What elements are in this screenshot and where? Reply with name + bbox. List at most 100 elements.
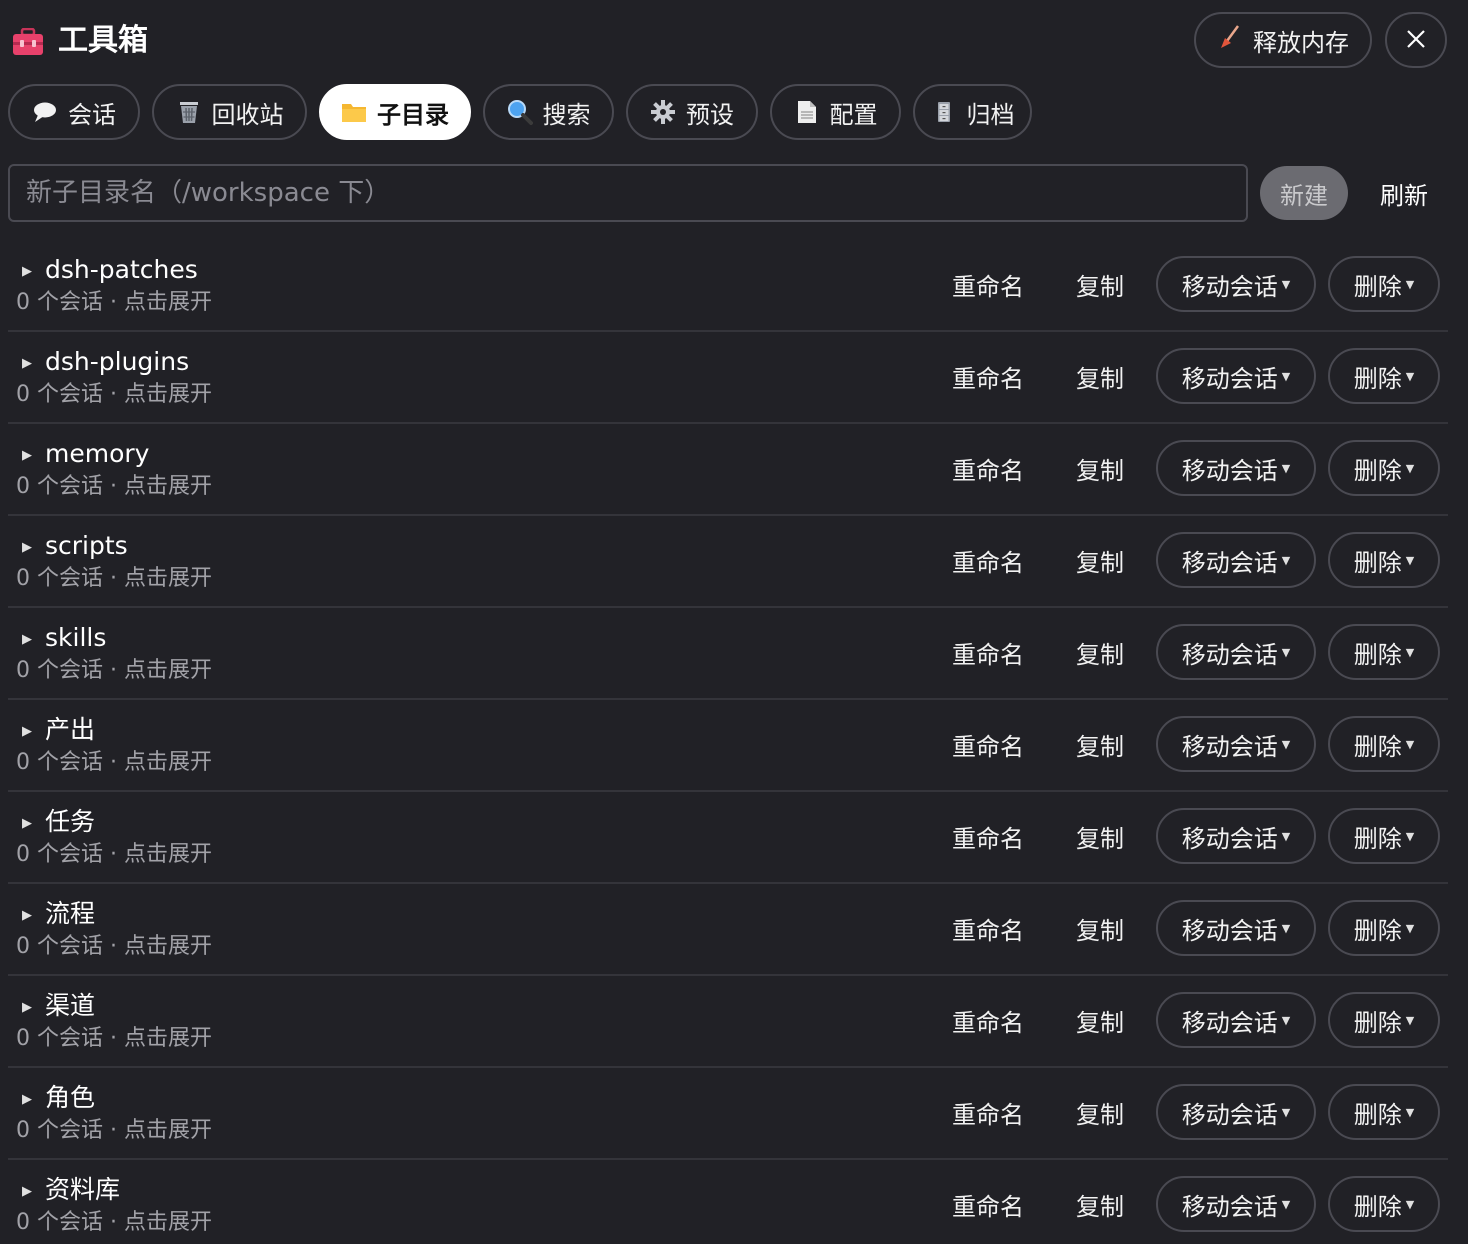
rename-button[interactable]: 重命名 <box>936 440 1040 496</box>
tab-presets[interactable]: 预设 <box>626 84 758 140</box>
delete-button[interactable]: 删除 ▼ <box>1328 1084 1440 1140</box>
expand-caret-icon[interactable]: ▶ <box>22 1092 32 1107</box>
move-sessions-button[interactable]: 移动会话 ▼ <box>1156 440 1316 496</box>
move-sessions-button[interactable]: 移动会话 ▼ <box>1156 1084 1316 1140</box>
move-sessions-label: 移动会话 <box>1181 824 1278 853</box>
copy-button[interactable]: 复制 <box>1062 716 1138 772</box>
chevron-down-icon: ▼ <box>1405 1197 1415 1211</box>
copy-button[interactable]: 复制 <box>1062 348 1138 404</box>
directory-name: dsh-plugins <box>45 347 190 376</box>
header: 工具箱 释放内存 <box>0 0 1468 82</box>
move-sessions-button[interactable]: 移动会话 ▼ <box>1156 716 1316 772</box>
move-sessions-button[interactable]: 移动会话 ▼ <box>1156 624 1316 680</box>
tab-search[interactable]: 搜索 <box>483 84 614 140</box>
directory-row[interactable]: ▶ skills 0 个会话 · 点击展开 重命名 复制 移动会话 ▼ 删除 ▼ <box>8 608 1448 700</box>
delete-button[interactable]: 删除 ▼ <box>1328 624 1440 680</box>
directory-row[interactable]: ▶ dsh-patches 0 个会话 · 点击展开 重命名 复制 移动会话 ▼… <box>8 240 1448 332</box>
copy-button[interactable]: 复制 <box>1062 440 1138 496</box>
close-icon <box>1405 28 1427 53</box>
rename-button[interactable]: 重命名 <box>936 1084 1040 1140</box>
copy-button[interactable]: 复制 <box>1062 532 1138 588</box>
copy-button[interactable]: 复制 <box>1062 1084 1138 1140</box>
move-sessions-label: 移动会话 <box>1181 272 1278 301</box>
copy-button[interactable]: 复制 <box>1062 1176 1138 1232</box>
expand-caret-icon[interactable]: ▶ <box>22 540 32 555</box>
expand-caret-icon[interactable]: ▶ <box>22 724 32 739</box>
copy-button[interactable]: 复制 <box>1062 900 1138 956</box>
rename-button[interactable]: 重命名 <box>936 808 1040 864</box>
rename-button[interactable]: 重命名 <box>936 256 1040 312</box>
expand-caret-icon[interactable]: ▶ <box>22 356 32 371</box>
move-sessions-label: 移动会话 <box>1181 456 1278 485</box>
delete-button[interactable]: 删除 ▼ <box>1328 900 1440 956</box>
chevron-down-icon: ▼ <box>1405 1105 1415 1119</box>
expand-caret-icon[interactable]: ▶ <box>22 1184 32 1199</box>
move-sessions-label: 移动会话 <box>1181 364 1278 393</box>
delete-label: 删除 <box>1353 916 1402 945</box>
directory-row[interactable]: ▶ dsh-plugins 0 个会话 · 点击展开 重命名 复制 移动会话 ▼… <box>8 332 1448 424</box>
tab-archive[interactable]: 归档 <box>913 84 1032 140</box>
chevron-down-icon: ▼ <box>1405 553 1415 567</box>
delete-button[interactable]: 删除 ▼ <box>1328 440 1440 496</box>
delete-button[interactable]: 删除 ▼ <box>1328 992 1440 1048</box>
directory-list: ▶ dsh-patches 0 个会话 · 点击展开 重命名 复制 移动会话 ▼… <box>8 240 1448 1244</box>
directory-row[interactable]: ▶ 渠道 0 个会话 · 点击展开 重命名 复制 移动会话 ▼ 删除 ▼ <box>8 976 1448 1068</box>
tab-sessions[interactable]: 会话 <box>8 84 140 140</box>
delete-button[interactable]: 删除 ▼ <box>1328 256 1440 312</box>
tab-subdirectories[interactable]: 子目录 <box>319 84 471 140</box>
directory-session-count: 0 个会话 · 点击展开 <box>16 382 212 407</box>
rename-button[interactable]: 重命名 <box>936 624 1040 680</box>
expand-caret-icon[interactable]: ▶ <box>22 816 32 831</box>
create-button[interactable]: 新建 <box>1260 166 1348 220</box>
copy-button[interactable]: 复制 <box>1062 624 1138 680</box>
rename-button[interactable]: 重命名 <box>936 900 1040 956</box>
chevron-down-icon: ▼ <box>1281 553 1291 567</box>
move-sessions-button[interactable]: 移动会话 ▼ <box>1156 1176 1316 1232</box>
directory-name: skills <box>45 623 107 652</box>
rename-button[interactable]: 重命名 <box>936 532 1040 588</box>
delete-label: 删除 <box>1353 640 1402 669</box>
rename-button[interactable]: 重命名 <box>936 1176 1040 1232</box>
refresh-button[interactable]: 刷新 <box>1362 166 1446 220</box>
delete-label: 删除 <box>1353 1192 1402 1221</box>
free-memory-label: 释放内存 <box>1253 28 1349 57</box>
directory-row[interactable]: ▶ 任务 0 个会话 · 点击展开 重命名 复制 移动会话 ▼ 删除 ▼ <box>8 792 1448 884</box>
copy-button[interactable]: 复制 <box>1062 992 1138 1048</box>
close-button[interactable] <box>1385 12 1447 68</box>
rename-button[interactable]: 重命名 <box>936 716 1040 772</box>
directory-session-count: 0 个会话 · 点击展开 <box>16 474 212 499</box>
move-sessions-button[interactable]: 移动会话 ▼ <box>1156 348 1316 404</box>
delete-button[interactable]: 删除 ▼ <box>1328 532 1440 588</box>
directory-row[interactable]: ▶ 产出 0 个会话 · 点击展开 重命名 复制 移动会话 ▼ 删除 ▼ <box>8 700 1448 792</box>
free-memory-button[interactable]: 释放内存 <box>1194 12 1372 68</box>
expand-caret-icon[interactable]: ▶ <box>22 264 32 279</box>
copy-button[interactable]: 复制 <box>1062 808 1138 864</box>
delete-button[interactable]: 删除 ▼ <box>1328 716 1440 772</box>
move-sessions-button[interactable]: 移动会话 ▼ <box>1156 808 1316 864</box>
rename-button[interactable]: 重命名 <box>936 992 1040 1048</box>
directory-name: 产出 <box>45 715 96 744</box>
chevron-down-icon: ▼ <box>1405 829 1415 843</box>
directory-row[interactable]: ▶ 流程 0 个会话 · 点击展开 重命名 复制 移动会话 ▼ 删除 ▼ <box>8 884 1448 976</box>
move-sessions-button[interactable]: 移动会话 ▼ <box>1156 256 1316 312</box>
delete-button[interactable]: 删除 ▼ <box>1328 348 1440 404</box>
tab-recycle-bin[interactable]: 回收站 <box>152 84 307 140</box>
move-sessions-button[interactable]: 移动会话 ▼ <box>1156 532 1316 588</box>
expand-caret-icon[interactable]: ▶ <box>22 448 32 463</box>
directory-row[interactable]: ▶ 角色 0 个会话 · 点击展开 重命名 复制 移动会话 ▼ 删除 ▼ <box>8 1068 1448 1160</box>
rename-button[interactable]: 重命名 <box>936 348 1040 404</box>
directory-row[interactable]: ▶ scripts 0 个会话 · 点击展开 重命名 复制 移动会话 ▼ 删除 … <box>8 516 1448 608</box>
move-sessions-button[interactable]: 移动会话 ▼ <box>1156 992 1316 1048</box>
directory-row[interactable]: ▶ memory 0 个会话 · 点击展开 重命名 复制 移动会话 ▼ 删除 ▼ <box>8 424 1448 516</box>
copy-button[interactable]: 复制 <box>1062 256 1138 312</box>
chevron-down-icon: ▼ <box>1281 1197 1291 1211</box>
move-sessions-button[interactable]: 移动会话 ▼ <box>1156 900 1316 956</box>
expand-caret-icon[interactable]: ▶ <box>22 1000 32 1015</box>
tab-config[interactable]: 配置 <box>770 84 901 140</box>
expand-caret-icon[interactable]: ▶ <box>22 632 32 647</box>
delete-button[interactable]: 删除 ▼ <box>1328 808 1440 864</box>
new-subdirectory-input[interactable] <box>8 164 1248 222</box>
directory-row[interactable]: ▶ 资料库 0 个会话 · 点击展开 重命名 复制 移动会话 ▼ 删除 ▼ <box>8 1160 1448 1244</box>
delete-button[interactable]: 删除 ▼ <box>1328 1176 1440 1232</box>
expand-caret-icon[interactable]: ▶ <box>22 908 32 923</box>
